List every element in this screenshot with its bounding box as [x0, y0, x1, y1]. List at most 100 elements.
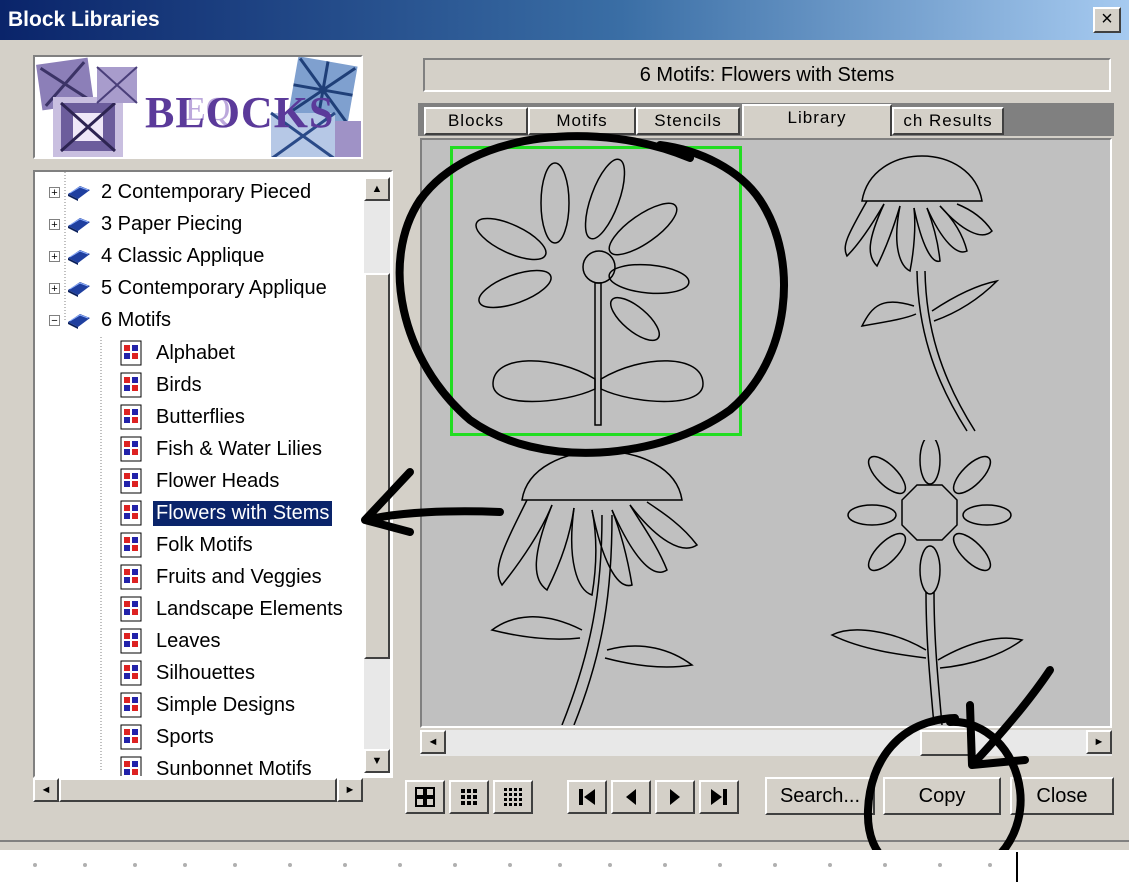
tab-motifs[interactable]: Motifs	[528, 107, 636, 135]
tab-library[interactable]: Library	[742, 104, 892, 136]
tree-item[interactable]: Simple Designs	[119, 690, 298, 720]
title-bar[interactable]: Block Libraries ×	[0, 0, 1129, 40]
scroll-thumb[interactable]	[59, 778, 337, 802]
tree-item[interactable]: Sports	[119, 722, 217, 752]
scroll-up-button[interactable]: ▲	[364, 177, 390, 201]
tree-item-label: Sunbonnet Motifs	[156, 757, 312, 778]
motif-cell[interactable]	[822, 435, 1042, 726]
library-page-icon	[120, 596, 142, 622]
logo-wordmark: BLOCKS	[145, 88, 335, 137]
book-icon	[68, 186, 90, 201]
scroll-thumb[interactable]	[920, 730, 972, 756]
library-page-icon	[120, 660, 142, 686]
library-page-icon	[120, 340, 142, 366]
scroll-down-button[interactable]: ▼	[364, 749, 390, 773]
expand-icon[interactable]: +	[49, 250, 60, 262]
collapse-icon[interactable]: −	[49, 314, 60, 326]
library-page-icon	[120, 372, 142, 398]
library-tree[interactable]: + 2 Contemporary Pieced + 3 Paper Piecin…	[33, 170, 393, 778]
motif-cell-selected[interactable]	[450, 146, 742, 436]
tree-item[interactable]: Folk Motifs	[119, 530, 256, 560]
tree-horizontal-scrollbar[interactable]: ◄ ►	[33, 778, 363, 802]
last-page-button[interactable]	[699, 780, 739, 814]
tree-item[interactable]: + 2 Contemporary Pieced	[49, 177, 314, 207]
previous-button[interactable]	[611, 780, 651, 814]
last-page-icon	[711, 789, 727, 805]
scroll-left-button[interactable]: ◄	[33, 778, 59, 802]
window-title: Block Libraries	[8, 8, 160, 31]
motif-gallery[interactable]	[420, 138, 1112, 728]
tree-item-label: 5 Contemporary Applique	[101, 276, 327, 299]
tab-search-results[interactable]: ch Results	[892, 107, 1004, 135]
library-page-icon	[120, 692, 142, 718]
tree-item-label: 2 Contemporary Pieced	[101, 180, 312, 203]
tree-item-label: 4 Classic Applique	[101, 244, 265, 267]
tree-item[interactable]: + 5 Contemporary Applique	[49, 273, 330, 303]
tree-item[interactable]: Fish & Water Lilies	[119, 434, 325, 464]
tree-item[interactable]: Fruits and Veggies	[119, 562, 325, 592]
motif-cell[interactable]	[822, 146, 1022, 436]
search-button[interactable]: Search...	[765, 777, 875, 815]
tree-item[interactable]: − 6 Motifs	[49, 305, 174, 335]
tree-item[interactable]: Birds	[119, 370, 205, 400]
tree-item-label: Fish & Water Lilies	[156, 437, 322, 460]
library-page-icon	[120, 628, 142, 654]
view-3x3-button[interactable]	[449, 780, 489, 814]
tree-item-label: Flowers with Stems	[153, 500, 333, 526]
view-4x4-button[interactable]	[493, 780, 533, 814]
tree-item[interactable]: Alphabet	[119, 338, 238, 368]
next-button[interactable]	[655, 780, 695, 814]
tree-item[interactable]: Landscape Elements	[119, 594, 346, 624]
coneflower-motif-drawing	[490, 450, 699, 726]
tree-item-selected[interactable]: Flowers with Stems	[119, 498, 333, 528]
library-page-icon	[120, 756, 142, 776]
tab-blocks[interactable]: Blocks	[424, 107, 528, 135]
window-divider	[0, 840, 1129, 842]
tree-item[interactable]: Sunbonnet Motifs	[119, 754, 315, 778]
tree-item[interactable]: + 4 Classic Applique	[49, 241, 267, 271]
tree-item-label: Flower Heads	[156, 469, 280, 492]
first-page-button[interactable]	[567, 780, 607, 814]
tree-item[interactable]: + 3 Paper Piecing	[49, 209, 245, 239]
grid-4x4-icon	[504, 788, 522, 806]
tree-item[interactable]: Flower Heads	[119, 466, 282, 496]
tree-item-label: Silhouettes	[156, 661, 255, 684]
gallery-horizontal-scrollbar[interactable]: ◄ ►	[420, 730, 1112, 756]
tree-item[interactable]: Silhouettes	[119, 658, 258, 688]
dotted-pattern	[33, 852, 1018, 882]
expand-icon[interactable]: +	[49, 186, 60, 198]
view-2x2-button[interactable]	[405, 780, 445, 814]
scroll-right-button[interactable]: ►	[1086, 730, 1112, 754]
eq-blocks-logo: EQ BLOCKS	[33, 55, 363, 159]
copy-button[interactable]: Copy	[883, 777, 1001, 815]
tree-item-label: Sports	[156, 725, 214, 748]
grid-3x3-icon	[461, 789, 477, 805]
tree-vertical-scrollbar[interactable]: ▲ ▼	[364, 177, 390, 773]
next-icon	[670, 789, 680, 805]
tree-item-label: Butterflies	[156, 405, 245, 428]
sunflower-motif-drawing	[830, 435, 1024, 726]
book-icon	[68, 218, 90, 233]
tree-item-label: Leaves	[156, 629, 221, 652]
open-book-icon	[68, 314, 90, 329]
expand-icon[interactable]: +	[49, 282, 60, 294]
library-page-icon	[120, 724, 142, 750]
library-page-icon	[120, 468, 142, 494]
background-dotted-area	[0, 850, 1129, 883]
close-window-button[interactable]: ×	[1093, 7, 1121, 33]
book-icon	[68, 250, 90, 265]
previous-icon	[626, 789, 636, 805]
scroll-left-button[interactable]: ◄	[420, 730, 446, 754]
expand-icon[interactable]: +	[49, 218, 60, 230]
tab-stencils[interactable]: Stencils	[636, 107, 740, 135]
scroll-thumb[interactable]	[364, 273, 390, 659]
close-button[interactable]: Close	[1010, 777, 1114, 815]
motif-cell[interactable]	[462, 440, 742, 726]
library-page-icon	[120, 436, 142, 462]
scroll-right-button[interactable]: ►	[337, 778, 363, 802]
tab-strip: Blocks Motifs Stencils Library ch Result…	[418, 103, 1114, 136]
tree-item[interactable]: Leaves	[119, 626, 224, 656]
tree-item[interactable]: Butterflies	[119, 402, 248, 432]
daisy-motif-drawing	[475, 158, 704, 426]
grid-2x2-icon	[415, 787, 435, 807]
